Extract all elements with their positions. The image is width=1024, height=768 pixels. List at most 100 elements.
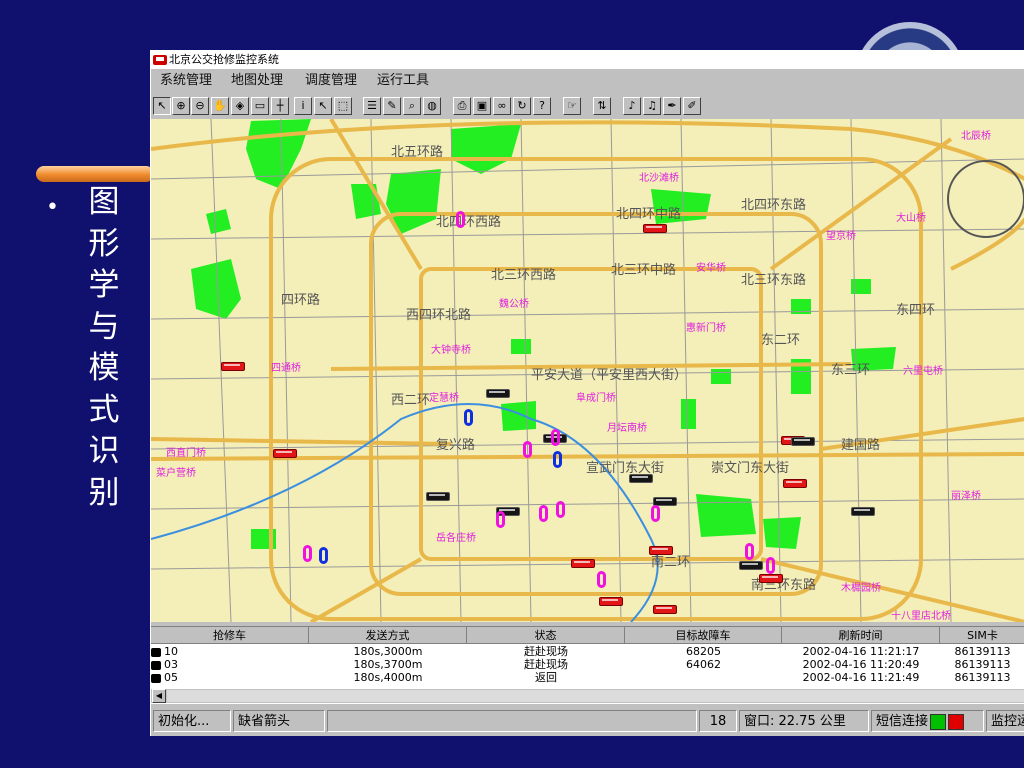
vehicle-table: 抢修车 发送方式 状态 目标故障车 刷新时间 SIM卡 10 180s,3000m… [151,626,1024,704]
car-icon [151,673,161,683]
globe-icon[interactable]: ◍ [423,97,441,115]
title-bar[interactable]: 北京公交抢修监控系统 [151,51,1024,69]
arrow-icon[interactable]: ↖ [153,97,171,115]
center-icon[interactable]: ◈ [231,97,249,115]
repair-vehicle-icon[interactable] [273,449,297,458]
bus-icon[interactable] [629,474,653,483]
repair-vehicle-icon[interactable] [759,574,783,583]
ruler-icon[interactable]: ▭ [251,97,269,115]
repair-vehicle-icon[interactable] [643,224,667,233]
park [451,124,521,174]
bus-icon[interactable] [791,437,815,446]
road-label: 北三环东路 [741,273,807,288]
bridge-label: 定慧桥 [429,393,459,404]
road-label: 建国路 [841,438,881,453]
table-row[interactable]: 03 180s,3700m 赶赴现场 64062 2002-04-16 11:20:49… [151,658,1024,671]
street [450,119,462,622]
fault-vehicle-marker[interactable] [551,429,560,446]
bridge-label: 北辰桥 [961,131,991,142]
fault-vehicle-marker[interactable] [539,505,548,522]
crosshair-icon[interactable]: ┼ [271,97,289,115]
binoculars-icon[interactable]: ∞ [493,97,511,115]
dispatched-vehicle-marker[interactable] [319,547,328,564]
repair-vehicle-icon[interactable] [649,546,673,555]
column-header[interactable]: 状态 [467,627,625,644]
refresh-icon[interactable]: ↻ [513,97,531,115]
sim-cell: 86139113 [954,658,1011,671]
hand-point-icon[interactable]: ☞ [563,97,581,115]
fault-vehicle-marker[interactable] [523,441,532,458]
save-icon[interactable]: ▣ [473,97,491,115]
dispatched-vehicle-marker[interactable] [553,451,562,468]
select-region-icon[interactable]: ⬚ [334,97,352,115]
fault-vehicle-marker[interactable] [766,557,775,574]
fault-vehicle-marker[interactable] [496,511,505,528]
status-init: 初始化... [153,710,231,732]
park [681,399,696,429]
status-cell: 赶赴现场 [524,658,568,671]
title-char: 学 [88,267,120,303]
column-header[interactable]: 刷新时间 [782,627,940,644]
zoom-in-icon[interactable]: ⊕ [172,97,190,115]
sound-icon[interactable]: ♪ [623,97,641,115]
select-icon[interactable]: ↖ [314,97,332,115]
layers-icon[interactable]: ☰ [363,97,381,115]
horizontal-scrollbar[interactable]: ◀ [151,689,1024,703]
find-icon[interactable]: ⌕ [403,97,421,115]
park [511,339,531,354]
road-label: 北三环西路 [491,268,557,283]
bridge-label: 六里屯桥 [903,366,943,377]
table-row[interactable]: 05 180s,4000m 返回 2002-04-16 11:21:49 8613911… [151,671,1024,684]
menu-map[interactable]: 地图处理 [231,70,283,92]
fault-vehicle-marker[interactable] [651,505,660,522]
draw-icon[interactable]: ✎ [383,97,401,115]
road-label: 四环路 [281,293,321,308]
fault-vehicle-marker[interactable] [745,543,754,560]
column-header[interactable]: 抢修车 [151,627,309,644]
repair-vehicle-icon[interactable] [783,479,807,488]
pen-icon[interactable]: ✒ [663,97,681,115]
scroll-left-icon[interactable]: ◀ [152,689,166,703]
fault-vehicle-marker[interactable] [556,501,565,518]
info-icon[interactable]: i [294,97,312,115]
fault-vehicle-marker[interactable] [597,571,606,588]
menu-dispatch[interactable]: 调度管理 [305,70,357,92]
edit-icon[interactable]: ✐ [683,97,701,115]
title-char: 模 [88,350,120,386]
bridge-label: 西直门桥 [166,448,206,459]
vehicle-id: 10 [164,645,178,658]
column-header[interactable]: 发送方式 [309,627,467,644]
repair-vehicle-icon[interactable] [653,605,677,614]
repair-vehicle-icon[interactable] [571,559,595,568]
bus-icon[interactable] [486,389,510,398]
bridge-label: 北沙滩桥 [639,173,679,184]
sort-icon[interactable]: ⇅ [593,97,611,115]
scroll-track[interactable] [167,690,1024,702]
road-label: 北四环中路 [616,207,682,222]
print-icon[interactable]: ⎙ [453,97,471,115]
table-row[interactable]: 10 180s,3000m 赶赴现场 68205 2002-04-16 11:21:17… [151,645,1024,658]
help-icon[interactable]: ? [533,97,551,115]
bell-icon[interactable]: ♫ [643,97,661,115]
bridge-label: 月坛南桥 [607,423,647,434]
fault-vehicle-marker[interactable] [456,211,465,228]
park [696,494,756,537]
column-header[interactable]: 目标故障车 [625,627,782,644]
map-view[interactable]: 北五环路 北四环西路 北四环中路 北四环东路 北三环西路 北三环中路 北三环东路 平安大道（平… [151,119,1024,622]
dispatched-vehicle-marker[interactable] [464,409,473,426]
bus-icon[interactable] [739,561,763,570]
zoom-out-icon[interactable]: ⊖ [191,97,209,115]
menu-system[interactable]: 系统管理 [160,70,212,92]
pan-hand-icon[interactable]: ✋ [211,97,229,115]
repair-vehicle-icon[interactable] [221,362,245,371]
fault-vehicle-marker[interactable] [303,545,312,562]
bus-icon[interactable] [851,507,875,516]
menu-tools[interactable]: 运行工具 [377,70,429,92]
column-header[interactable]: SIM卡 [940,627,1024,644]
bus-icon[interactable] [426,492,450,501]
road-label: 北三环中路 [611,263,677,278]
vehicle-id-cell: 05 [151,671,309,684]
send-cell: 180s,3000m [353,645,423,658]
repair-vehicle-icon[interactable] [599,597,623,606]
park [763,517,801,549]
